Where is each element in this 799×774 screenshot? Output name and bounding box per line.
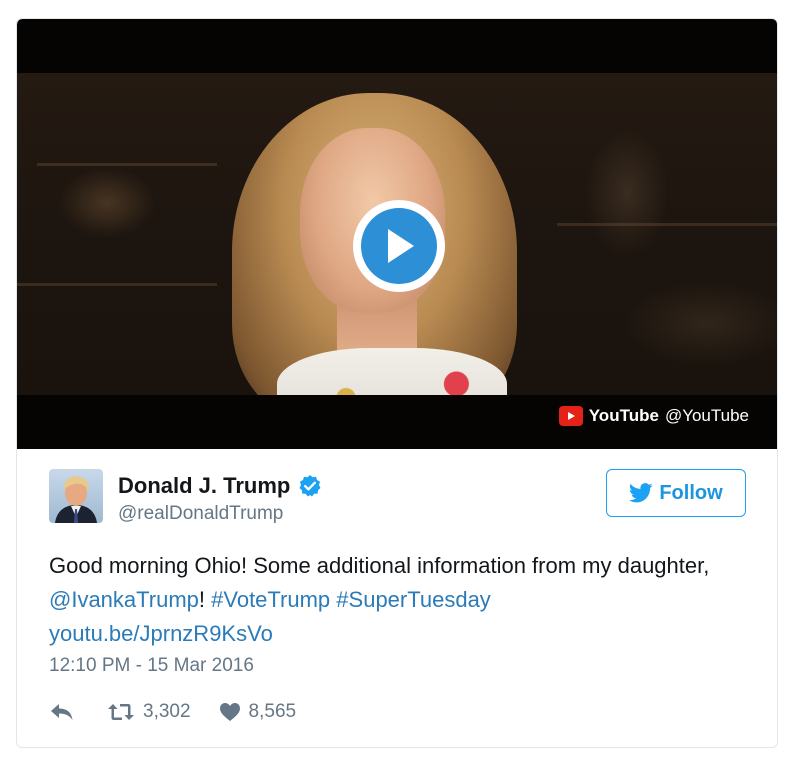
avatar[interactable] <box>49 469 103 523</box>
play-icon <box>388 229 414 263</box>
video-provider-handle: @YouTube <box>664 406 749 425</box>
tweet-actions: 3,302 8,565 <box>49 699 296 725</box>
embedded-tweet-card: YouTube @YouTube Donald J. Trump @realDo… <box>16 18 778 748</box>
url-link[interactable]: youtu.be/JprnzR9KsVo <box>49 621 273 646</box>
mention-link[interactable]: @IvankaTrump <box>49 587 199 612</box>
author-handle[interactable]: @realDonaldTrump <box>118 501 322 527</box>
tweet-text-part: ! <box>198 587 212 612</box>
play-button[interactable] <box>353 200 445 292</box>
tweet-timestamp[interactable]: 12:10 PM - 15 Mar 2016 <box>49 655 254 677</box>
video-player[interactable]: YouTube @YouTube <box>17 19 777 449</box>
retweet-button[interactable]: 3,302 <box>107 701 191 723</box>
heart-icon <box>219 703 240 721</box>
verified-badge-icon <box>298 474 322 498</box>
twitter-bird-icon <box>629 483 653 503</box>
video-provider-name: YouTube <box>588 406 659 425</box>
like-count: 8,565 <box>248 701 297 722</box>
tweet-text-part: Good morning Ohio! Some additional infor… <box>49 553 710 578</box>
author-name-text: Donald J. Trump <box>118 473 291 498</box>
reply-icon <box>51 704 73 720</box>
retweet-icon <box>108 704 134 720</box>
retweet-count: 3,302 <box>143 701 191 722</box>
author-display-name[interactable]: Donald J. Trump <box>118 473 322 499</box>
follow-button[interactable]: Follow <box>606 469 746 517</box>
reply-button[interactable] <box>49 702 75 722</box>
like-button[interactable]: 8,565 <box>219 701 297 723</box>
video-attribution[interactable]: YouTube @YouTube <box>558 404 749 428</box>
youtube-logo-icon <box>558 406 583 426</box>
tweet-text: Good morning Ohio! Some additional infor… <box>49 549 749 651</box>
follow-button-label: Follow <box>659 481 723 504</box>
hashtag-link[interactable]: #SuperTuesday <box>336 587 491 612</box>
hashtag-link[interactable]: #VoteTrump <box>211 587 330 612</box>
